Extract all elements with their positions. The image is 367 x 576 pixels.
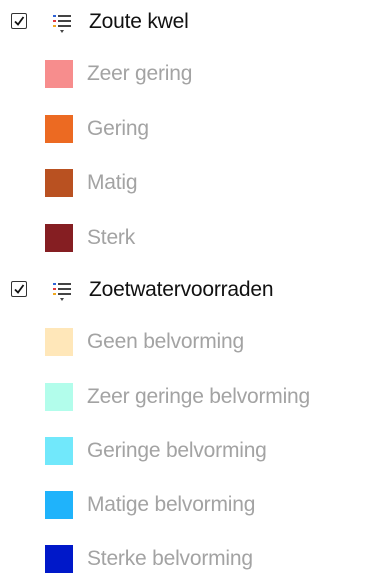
legend-item: Zeer gering <box>0 58 367 90</box>
layer-title: Zoetwatervoorraden <box>89 278 274 301</box>
color-swatch <box>45 491 73 519</box>
legend-item: Matig <box>0 167 367 199</box>
checkmark-icon <box>14 284 25 294</box>
color-swatch <box>45 545 73 573</box>
legend-item: Geen belvorming <box>0 326 367 358</box>
color-swatch <box>45 437 73 465</box>
legend-list-icon[interactable] <box>52 280 74 302</box>
layer-visibility-checkbox[interactable] <box>11 281 27 297</box>
legend-item: Geringe belvorming <box>0 435 367 467</box>
legend-item-label: Matig <box>87 171 138 194</box>
legend-item-label: Sterk <box>87 226 136 249</box>
legend-item: Matige belvorming <box>0 489 367 521</box>
color-swatch <box>45 169 73 197</box>
color-swatch <box>45 60 73 88</box>
legend-item-label: Zeer gering <box>87 62 193 85</box>
legend-item-label: Geen belvorming <box>87 330 244 353</box>
legend-item: Sterke belvorming <box>0 543 367 575</box>
legend-item: Sterk <box>0 222 367 254</box>
color-swatch <box>45 383 73 411</box>
legend-item: Zeer geringe belvorming <box>0 381 367 413</box>
layer-visibility-checkbox[interactable] <box>11 13 27 29</box>
legend-item-label: Zeer geringe belvorming <box>87 385 311 408</box>
legend-item: Gering <box>0 113 367 145</box>
legend-item-label: Matige belvorming <box>87 493 256 516</box>
legend-item-label: Geringe belvorming <box>87 439 267 462</box>
layer-title: Zoute kwel <box>89 10 189 33</box>
color-swatch <box>45 328 73 356</box>
color-swatch <box>45 224 73 252</box>
legend-list-icon[interactable] <box>52 12 74 34</box>
legend-item-label: Sterke belvorming <box>87 547 253 570</box>
color-swatch <box>45 115 73 143</box>
legend-item-label: Gering <box>87 117 149 140</box>
checkmark-icon <box>14 16 25 26</box>
